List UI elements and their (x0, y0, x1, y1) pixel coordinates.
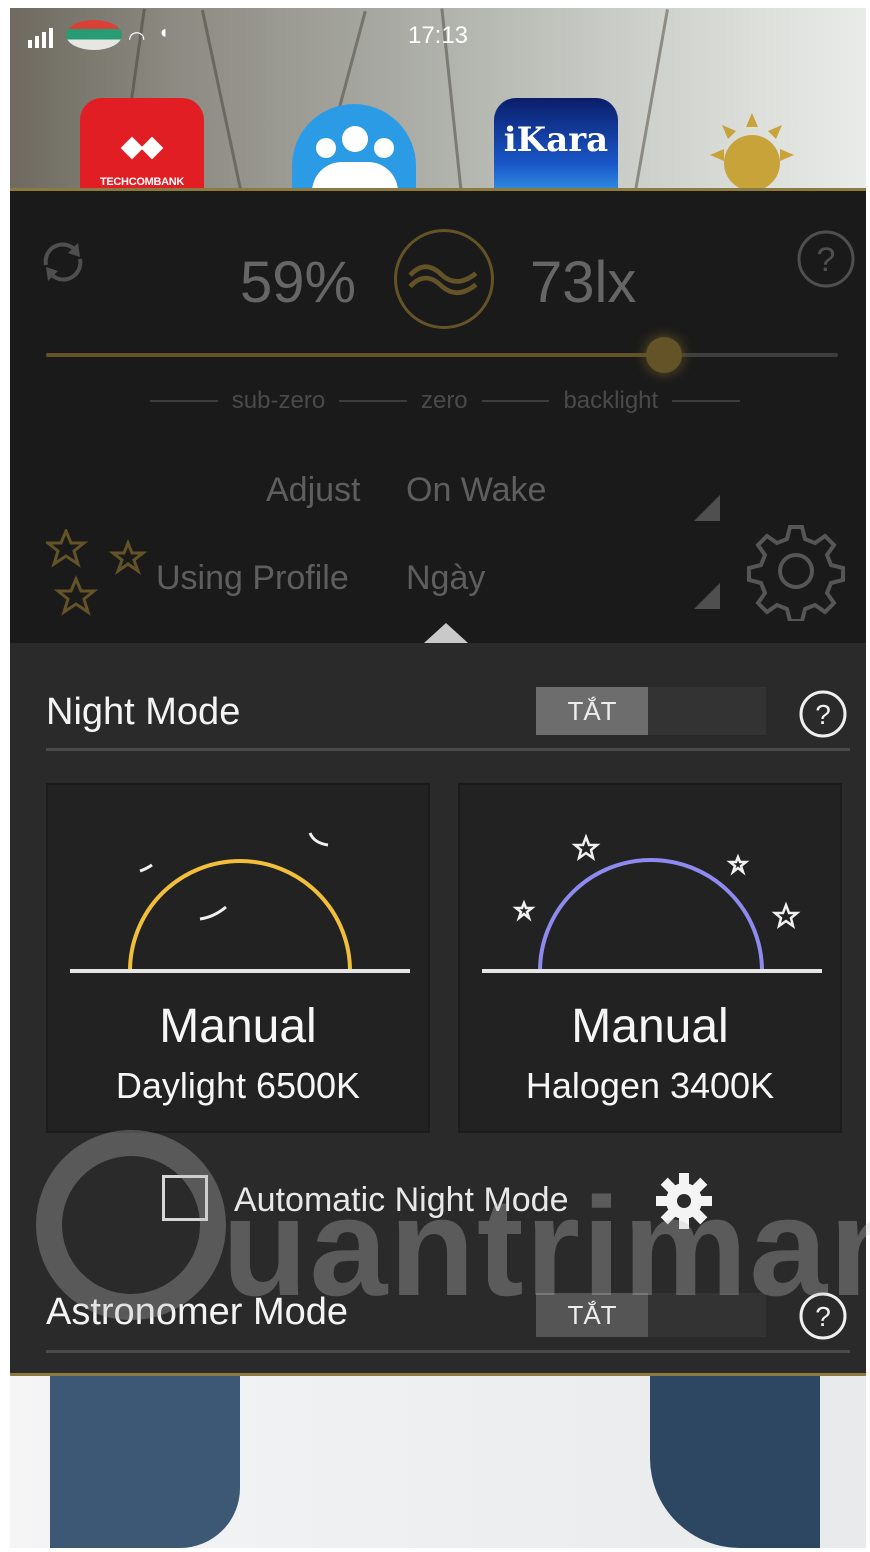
svg-text:?: ? (815, 1301, 831, 1332)
sun-app-icon[interactable] (710, 113, 794, 192)
divider (672, 400, 740, 402)
wallpaper-figure (650, 1376, 820, 1548)
daylight-preset-card[interactable]: Manual Daylight 6500K (46, 783, 430, 1133)
adjust-label: Adjust (266, 471, 361, 509)
techcombank-logo-icon (120, 136, 164, 160)
astronomer-mode-row: Astronomer Mode TẮT ? (46, 1277, 850, 1353)
slider-range-labels: sub-zero zero backlight (150, 387, 740, 415)
night-mode-toggle[interactable]: TẮT (536, 687, 766, 735)
adjust-value: On Wake (406, 471, 547, 509)
halogen-preset-card[interactable]: Manual Halogen 3400K (458, 783, 842, 1133)
svg-text:?: ? (817, 241, 836, 279)
stars-icon[interactable] (46, 529, 156, 619)
card-temperature-label: Daylight 6500K (115, 1065, 361, 1106)
lux-controls-section: ? 59% 73lx sub-zero zero backlight Adjus… (10, 191, 866, 643)
status-clock: 17:13 (407, 22, 469, 49)
app-icon-ikara[interactable]: iKara (494, 98, 618, 192)
divider (339, 400, 407, 402)
profile-label: Using Profile (156, 559, 349, 597)
slider-thumb[interactable] (645, 337, 682, 373)
slider-fill (46, 353, 664, 357)
wallpaper-figure (50, 1376, 240, 1548)
range-label-zero: zero (420, 387, 468, 414)
automatic-night-mode-row: Automatic Night Mode (10, 1167, 866, 1237)
pointer-caret-icon (424, 623, 468, 643)
range-label-subzero: sub-zero (231, 387, 326, 414)
dropdown-caret-icon (694, 495, 720, 521)
night-mode-title: Night Mode (46, 691, 241, 733)
person-icon (316, 138, 336, 158)
lux-reading: 73lx (530, 250, 637, 315)
dropdown-caret-icon (694, 583, 720, 609)
astronomer-mode-help-icon[interactable]: ? (798, 1291, 848, 1341)
help-icon[interactable]: ? (796, 229, 856, 289)
lux-logo-icon (394, 229, 494, 329)
svg-text:?: ? (815, 699, 831, 730)
card-temperature-label: Halogen 3400K (525, 1065, 775, 1106)
automatic-night-mode-label: Automatic Night Mode (234, 1181, 569, 1219)
app-label-techcombank: TECHCOMBANK (99, 176, 185, 188)
night-mode-help-icon[interactable]: ? (798, 689, 848, 739)
person-icon (374, 138, 394, 158)
home-screen-wallpaper-bottom (10, 1376, 866, 1548)
divider (481, 400, 550, 402)
settings-gear-icon[interactable] (746, 521, 846, 621)
divider (150, 400, 218, 402)
brightness-slider[interactable] (46, 337, 838, 373)
astronomer-mode-title: Astronomer Mode (46, 1291, 349, 1333)
profile-value: Ngày (406, 559, 486, 597)
automatic-night-mode-checkbox[interactable] (162, 1175, 208, 1221)
night-mode-row: Night Mode TẮT ? (46, 671, 850, 751)
app-icon-techcombank[interactable]: TECHCOMBANK (80, 98, 204, 192)
night-mode-toggle-label: TẮT (536, 687, 648, 735)
brightness-percent: 59% (240, 250, 357, 315)
app-label-ikara: iKara (503, 120, 609, 160)
automatic-settings-gear-icon[interactable] (654, 1171, 714, 1231)
lux-overlay-panel: ? 59% 73lx sub-zero zero backlight Adjus… (10, 188, 866, 1376)
app-icon-group[interactable] (292, 104, 416, 192)
card-mode-label: Manual (571, 1000, 729, 1053)
home-screen-wallpaper-top: ◠ ◖ 17:13 TECHCOMBANK iKara (10, 8, 866, 192)
status-bar: ◠ ◖ 17:13 (10, 8, 866, 58)
moon-horizon-icon (482, 833, 822, 973)
astronomer-mode-toggle[interactable]: TẮT (536, 1293, 766, 1337)
card-mode-label: Manual (159, 1000, 317, 1053)
range-label-backlight: backlight (563, 387, 659, 414)
astronomer-mode-toggle-label: TẮT (536, 1293, 648, 1337)
sun-horizon-icon (70, 832, 410, 973)
person-icon (342, 126, 368, 152)
refresh-icon[interactable] (36, 235, 90, 289)
